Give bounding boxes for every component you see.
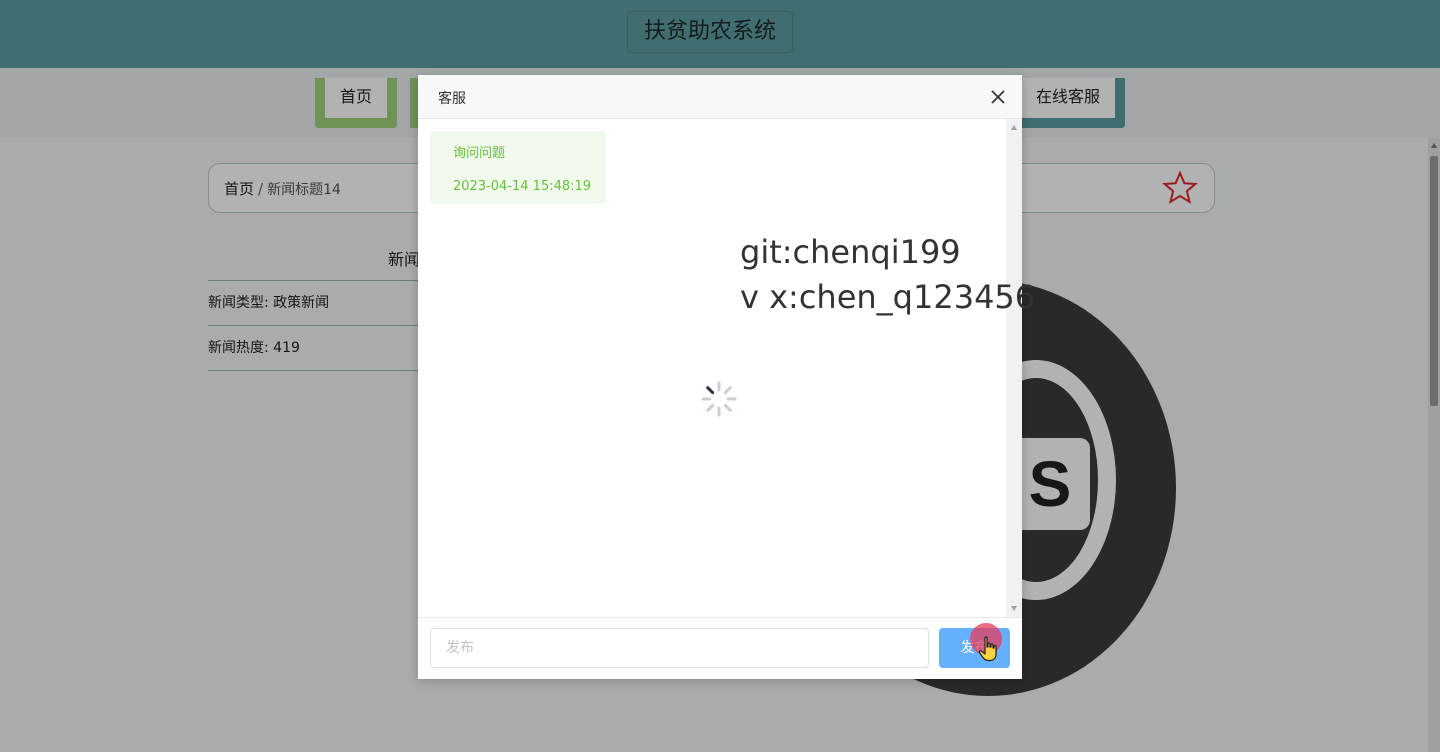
loading-spinner-icon <box>701 381 737 417</box>
chat-message: 询问问题 2023-04-14 15:48:19 <box>430 131 606 203</box>
watermark-line: git:chenqi199 <box>740 233 961 271</box>
dialog-footer: 发布 <box>418 617 1022 679</box>
dialog-title: 客服 <box>438 91 466 107</box>
scroll-up-arrow-icon[interactable] <box>1011 125 1017 130</box>
message-time: 2023-04-14 15:48:19 <box>453 179 592 194</box>
hand-cursor-icon <box>978 636 997 662</box>
chat-dialog: 客服 询问问题 2023-04-14 15:48:19 发布 <box>418 75 1022 679</box>
message-text: 询问问题 <box>453 146 506 161</box>
dialog-header: 客服 <box>418 75 1022 119</box>
scroll-down-arrow-icon[interactable] <box>1011 606 1017 611</box>
close-icon[interactable] <box>988 87 1008 107</box>
message-input[interactable] <box>430 628 929 668</box>
watermark-line: v x:chen_q123456 <box>740 278 1036 316</box>
chat-scrollbar[interactable] <box>1006 119 1022 617</box>
